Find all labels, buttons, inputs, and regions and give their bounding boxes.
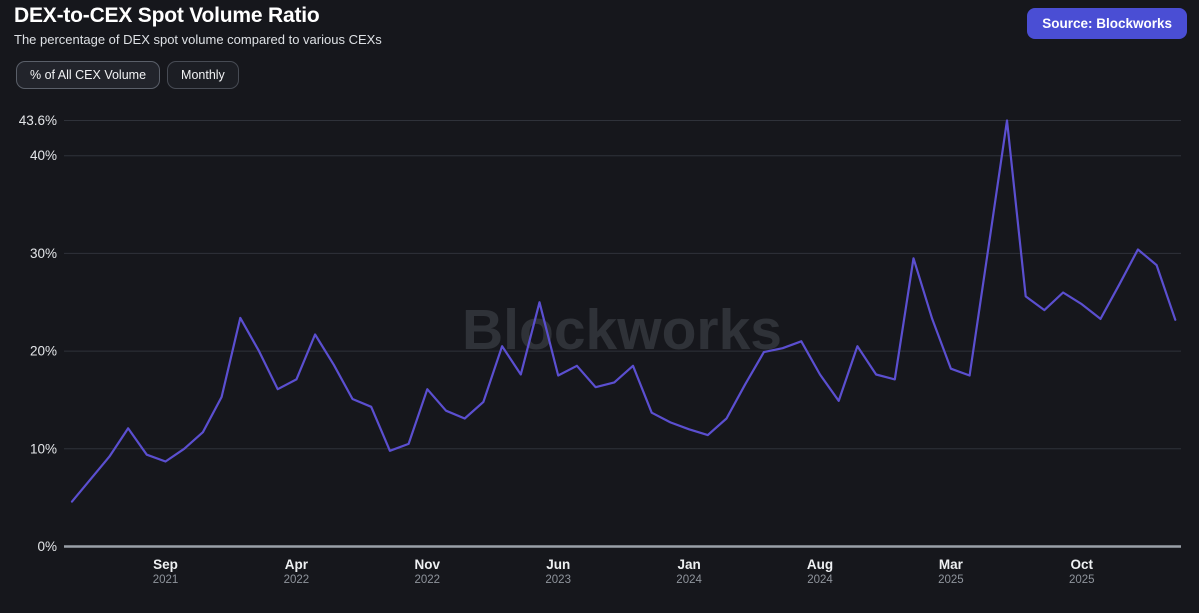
x-tick-month-label: Oct (1071, 557, 1094, 572)
x-tick-month-label: Jun (546, 557, 570, 572)
x-tick-year-label: 2022 (415, 574, 441, 586)
y-tick-label: 30% (30, 246, 57, 261)
filter-pills: % of All CEX Volume Monthly (16, 61, 239, 89)
blockworks-watermark: Blockworks (462, 298, 782, 362)
x-tick-year-label: 2021 (153, 574, 179, 586)
x-tick-year-label: 2025 (938, 574, 964, 586)
chart-header: DEX-to-CEX Spot Volume Ratio The percent… (14, 3, 382, 48)
ratio-line-chart[interactable]: Blockworks 0% 10% 20% 30% 40% 43.6% Sep 2021 Apr 2… (0, 0, 1199, 613)
x-tick-year-label: 2024 (807, 574, 833, 586)
filter-pill-monthly[interactable]: Monthly (167, 61, 239, 89)
x-tick-year-label: 2025 (1069, 574, 1095, 586)
x-tick-month-label: Mar (939, 557, 964, 572)
y-tick-label: 10% (30, 441, 57, 456)
y-tick-label: 20% (30, 344, 57, 359)
x-tick-month-label: Aug (807, 557, 833, 572)
x-tick-month-label: Nov (415, 557, 441, 572)
x-tick-year-label: 2024 (676, 574, 702, 586)
page-subtitle: The percentage of DEX spot volume compar… (14, 32, 382, 47)
y-tick-label: 40% (30, 148, 57, 163)
x-tick-month-label: Apr (285, 557, 309, 572)
x-tick-month-label: Sep (153, 557, 178, 572)
x-tick-month-label: Jan (677, 557, 700, 572)
page-title: DEX-to-CEX Spot Volume Ratio (14, 4, 320, 27)
chart-area: Blockworks 0% 10% 20% 30% 40% 43.6% Sep 2021 Apr 2… (0, 0, 1199, 613)
x-tick-year-label: 2022 (284, 574, 310, 586)
filter-pill-cex-volume[interactable]: % of All CEX Volume (16, 61, 161, 89)
y-tick-label: 43.6% (19, 113, 57, 128)
x-tick-year-label: 2023 (545, 574, 571, 586)
y-tick-label: 0% (37, 539, 57, 554)
source-blockworks-button[interactable]: Source: Blockworks (1027, 8, 1187, 39)
